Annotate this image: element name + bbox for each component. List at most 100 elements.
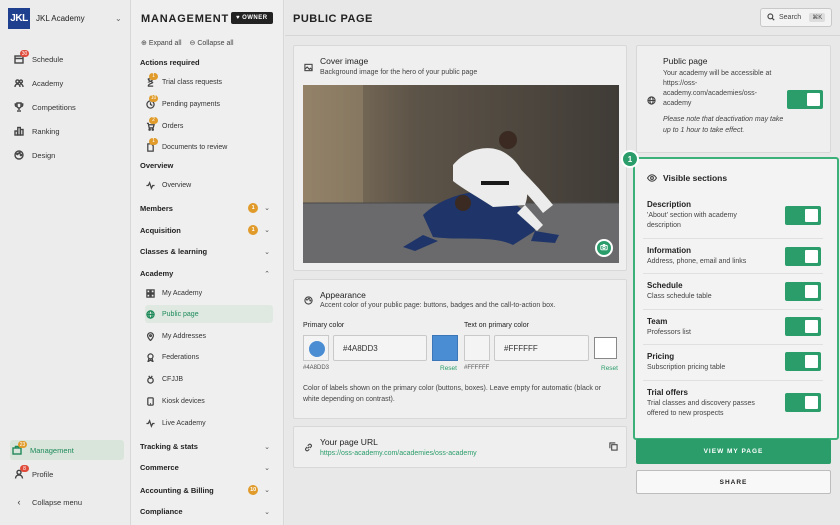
- activity-icon: [146, 418, 155, 428]
- page-url-title: Your page URL: [320, 437, 378, 447]
- trial-class-requests-item[interactable]: 1 Trial class requests: [145, 72, 273, 91]
- globe-icon: [647, 96, 656, 107]
- my-addresses-item[interactable]: My Addresses: [145, 327, 273, 345]
- group-label: Compliance: [140, 507, 183, 516]
- primary-color-preview[interactable]: [432, 335, 458, 361]
- nav-item-academy[interactable]: Academy: [12, 73, 124, 93]
- chevron-down-icon: ⌄: [264, 508, 270, 516]
- group-acquisition[interactable]: Acquisition 1 ⌄: [140, 225, 270, 235]
- toggle-description[interactable]: [785, 206, 821, 225]
- section-information-desc: Address, phone, email and links: [647, 258, 747, 265]
- eye-icon: [646, 173, 658, 185]
- page-url-card: Your page URL https://oss-academy.com/ac…: [293, 426, 627, 468]
- jiujitsu-photo: [303, 85, 619, 263]
- group-label: Tracking & stats: [140, 442, 198, 451]
- public-page-item[interactable]: Public page: [145, 305, 273, 323]
- public-page-title: Public page: [663, 56, 708, 66]
- nav-item-ranking[interactable]: Ranking: [12, 121, 124, 141]
- collapse-menu-label: Collapse menu: [32, 497, 83, 507]
- chevron-down-icon: ⌄: [264, 464, 270, 472]
- pending-payments-item[interactable]: 10 Pending payments: [145, 94, 273, 113]
- toggle-team[interactable]: [785, 317, 821, 336]
- primary-color-input[interactable]: #4A8DD3: [333, 335, 427, 361]
- share-button[interactable]: SHARE: [636, 470, 831, 494]
- cover-image-subtitle: Background image for the hero of your pu…: [320, 69, 478, 76]
- group-accounting-billing[interactable]: Accounting & Billing 10 ⌄: [140, 485, 270, 495]
- document-icon: 1: [146, 137, 158, 152]
- hourglass-icon: 1: [146, 72, 158, 87]
- nav-item-design[interactable]: Design: [12, 145, 124, 165]
- text-reset-link[interactable]: Reset: [601, 365, 618, 372]
- collapse-all-button[interactable]: ⊖ Collapse all: [190, 39, 234, 47]
- federations-item[interactable]: Federations: [145, 348, 273, 366]
- group-academy[interactable]: Academy ⌃: [140, 269, 270, 278]
- academy-name: JKL Academy: [36, 14, 85, 23]
- my-academy-item[interactable]: My Academy: [145, 284, 273, 302]
- badge: 2: [149, 116, 158, 124]
- callout-marker: 1: [621, 150, 639, 168]
- search-icon: [767, 12, 775, 23]
- toggle-pricing[interactable]: [785, 352, 821, 371]
- toggle-trial-offers[interactable]: [785, 393, 821, 412]
- clock-icon: 10: [146, 94, 158, 109]
- public-page-toggle[interactable]: [787, 90, 823, 109]
- copy-icon[interactable]: [609, 442, 618, 453]
- text-color-preview[interactable]: [594, 337, 617, 359]
- expand-all-button[interactable]: ⊕ Expand all: [141, 39, 182, 47]
- primary-color-dot: [309, 341, 325, 357]
- toggle-schedule[interactable]: [785, 282, 821, 301]
- cfjjb-item[interactable]: CFJJB: [145, 370, 273, 388]
- group-members[interactable]: Members 1 ⌄: [140, 203, 270, 213]
- group-label: Classes & learning: [140, 247, 208, 256]
- primary-reset-link[interactable]: Reset: [440, 365, 457, 372]
- cover-image-preview[interactable]: [303, 85, 619, 263]
- primary-color-swatch[interactable]: [303, 335, 329, 361]
- section-trial-offers-title: Trial offers: [647, 388, 688, 397]
- text-color-input[interactable]: #FFFFFF: [494, 335, 589, 361]
- nav-item-profile[interactable]: 8 Profile: [12, 464, 124, 484]
- search-button[interactable]: Search ⌘K: [760, 8, 832, 27]
- chevron-left-icon: ‹: [17, 497, 21, 507]
- nav-label: Academy: [32, 78, 64, 88]
- item-label: Public page: [162, 310, 199, 318]
- public-page-text: Your academy will be accessible at https…: [663, 70, 772, 107]
- expand-all-label: Expand all: [148, 40, 182, 47]
- documents-to-review-item[interactable]: 1 Documents to review: [145, 137, 273, 156]
- item-label: Overview: [162, 181, 192, 189]
- users-icon: [14, 78, 24, 88]
- trophy-icon: [14, 102, 24, 112]
- nav-item-management[interactable]: 23 Management: [10, 440, 124, 460]
- nav-item-competitions[interactable]: Competitions: [12, 97, 124, 117]
- divider: [643, 273, 823, 274]
- expand-collapse-controls: ⊕ Expand all ⊖ Collapse all: [141, 39, 234, 47]
- collapse-menu-button[interactable]: ‹ Collapse menu: [12, 492, 124, 512]
- camera-upload-button[interactable]: [595, 239, 613, 257]
- group-classes-learning[interactable]: Classes & learning ⌄: [140, 247, 270, 256]
- group-tracking-stats[interactable]: Tracking & stats ⌄: [140, 442, 270, 451]
- page-url-link[interactable]: https://oss-academy.com/academies/oss-ac…: [320, 450, 477, 457]
- group-compliance[interactable]: Compliance ⌄: [140, 507, 270, 516]
- left-navigation: JKL JKL Academy ⌄ 30 Schedule Academy Co…: [0, 0, 131, 525]
- map-pin-icon: [146, 331, 155, 341]
- overview-item[interactable]: Overview: [145, 176, 273, 194]
- nav-item-schedule[interactable]: 30 Schedule: [12, 49, 124, 69]
- group-commerce[interactable]: Commerce ⌄: [140, 463, 270, 472]
- visible-sections-card: 1 Visible sections Description 'About' s…: [621, 150, 839, 440]
- chevron-down-icon[interactable]: ⌄: [115, 14, 122, 23]
- primary-color-label: Primary color: [303, 322, 345, 329]
- section-schedule-desc: Class schedule table: [647, 293, 712, 300]
- view-my-page-button[interactable]: VIEW MY PAGE: [636, 439, 831, 464]
- visible-sections-title: Visible sections: [663, 173, 728, 183]
- item-label: Live Academy: [162, 419, 206, 427]
- chevron-down-icon: ⌄: [264, 227, 270, 234]
- medal-icon: [146, 375, 155, 384]
- kiosk-devices-item[interactable]: Kiosk devices: [145, 392, 273, 410]
- orders-item[interactable]: 2 Orders: [145, 116, 273, 135]
- section-pricing-title: Pricing: [647, 352, 675, 361]
- item-label: My Addresses: [162, 332, 206, 340]
- academy-logo: JKL: [8, 8, 30, 29]
- live-academy-item[interactable]: Live Academy: [145, 414, 273, 432]
- toggle-information[interactable]: [785, 247, 821, 266]
- academy-switcher[interactable]: JKL JKL Academy: [8, 8, 85, 29]
- text-color-swatch[interactable]: [464, 335, 490, 361]
